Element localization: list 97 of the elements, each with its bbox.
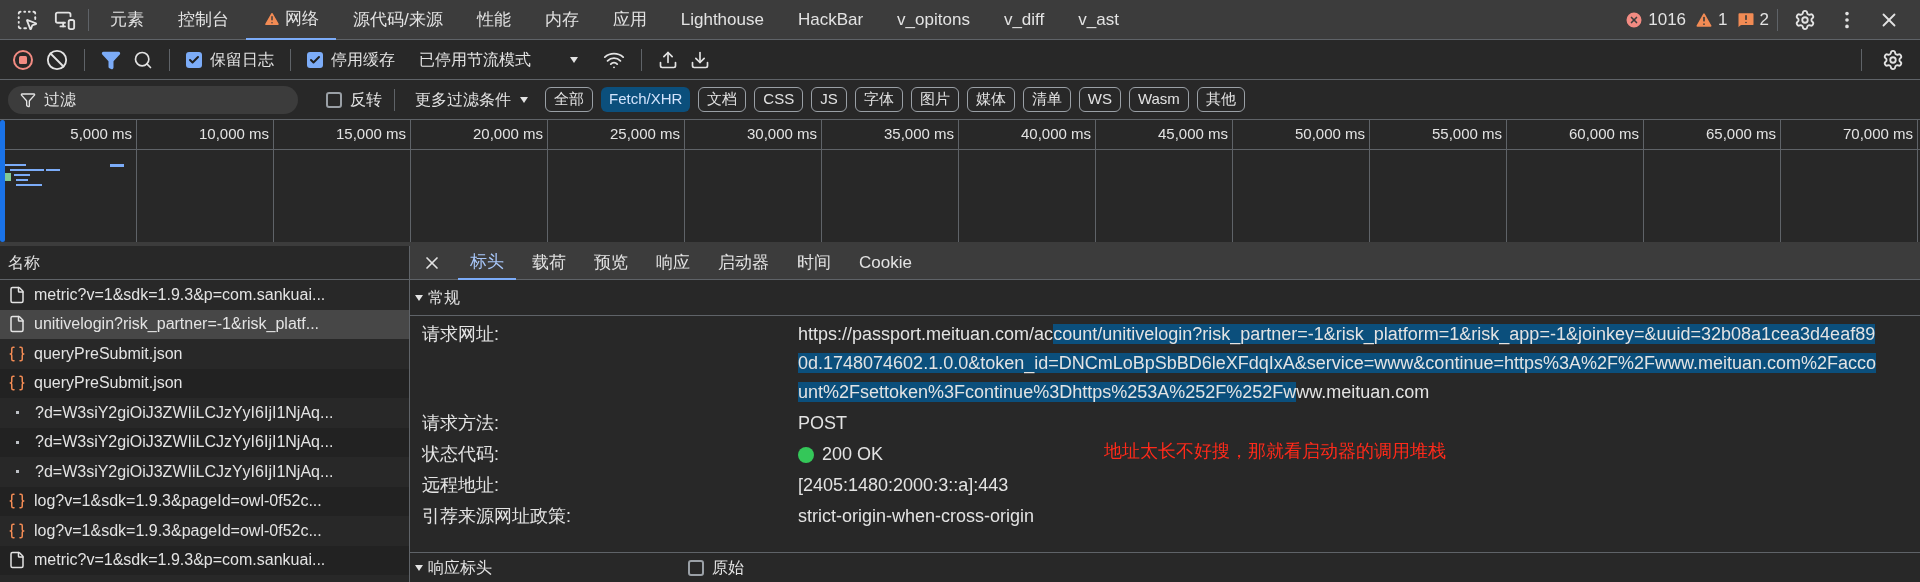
type-filter-chip[interactable]: 全部 [545, 87, 593, 112]
detail-tab[interactable]: 启动器 [706, 245, 781, 280]
more-filters-dropdown[interactable]: 更多过滤条件 [407, 87, 537, 112]
panel-tab[interactable]: 源代码/来源 [336, 0, 460, 40]
type-filter-chip[interactable]: 文档 [698, 87, 747, 112]
annotation-text: 地址太长不好搜，那就看启动器的调用堆栈 [1104, 440, 1446, 463]
panel-tab[interactable]: HackBar [780, 0, 881, 40]
request-row[interactable]: unitivelogin?risk_partner=-1&risk_platf... [0, 309, 409, 339]
upload-icon[interactable] [658, 49, 678, 70]
braces-icon [8, 492, 26, 511]
settings-icon[interactable] [1794, 8, 1816, 31]
panel-tab[interactable]: v_ast [1061, 0, 1136, 40]
header-value: [2405:1480:2000:3::a]:443 [798, 474, 1009, 497]
detail-tab[interactable]: 时间 [785, 245, 843, 280]
header-label: 状态代码: [422, 443, 500, 466]
timeline-tick-label: 20,000 ms [472, 124, 543, 145]
timeline-tick-label: 35,000 ms [883, 124, 954, 145]
type-filter-chip[interactable]: 其他 [1196, 87, 1245, 112]
header-label: 请求方法: [422, 412, 500, 435]
invert-checkbox[interactable]: 反转 [326, 87, 382, 112]
error-count[interactable]: 1016 [1620, 6, 1691, 33]
timeline-tick-label: 50,000 ms [1294, 124, 1365, 145]
panel-tab[interactable]: 应用 [595, 0, 664, 40]
throttling-dropdown[interactable]: 已停用节流模式 [407, 47, 591, 72]
timeline-tick-label: 70,000 ms [1842, 124, 1913, 145]
type-filter-chip[interactable]: CSS [754, 87, 804, 112]
download-icon[interactable] [690, 49, 710, 70]
detail-tab[interactable]: 载荷 [520, 245, 578, 280]
request-row[interactable]: log?v=1&sdk=1.9.3&pageId=owl-0f52c... [0, 486, 409, 516]
filter-field[interactable]: 过滤 [8, 85, 298, 114]
timeline-tick-label: 15,000 ms [335, 124, 406, 145]
search-icon[interactable] [133, 49, 153, 70]
type-filter-chip[interactable]: 字体 [854, 87, 903, 112]
document-icon [8, 315, 26, 334]
detail-tab[interactable]: 标头 [458, 245, 516, 280]
caret-icon [519, 94, 529, 105]
detail-tab[interactable]: 预览 [582, 245, 640, 280]
filter-icon[interactable] [101, 49, 121, 70]
error-icon [1624, 9, 1645, 30]
clear-icon[interactable] [46, 48, 68, 71]
filter-icon [20, 91, 36, 108]
panel-tab[interactable]: 内存 [527, 0, 596, 40]
header-value: 200 OK [822, 443, 884, 466]
type-filter-chip[interactable]: Fetch/XHR [601, 87, 691, 112]
disable-cache-checkbox[interactable]: 停用缓存 [307, 47, 395, 72]
panel-tab[interactable]: 性能 [459, 0, 528, 40]
header-value: strict-origin-when-cross-origin [798, 505, 1035, 528]
document-icon [8, 551, 26, 570]
header-label: 请求网址: [422, 323, 500, 346]
detail-tab[interactable]: 响应 [644, 245, 702, 280]
header-value: POST [798, 412, 847, 435]
caret-icon [569, 54, 579, 65]
timeline-handle[interactable] [0, 120, 5, 242]
settings-icon[interactable] [1882, 48, 1904, 71]
type-filter-chip[interactable]: WS [1078, 87, 1121, 112]
preserve-log-checkbox[interactable]: 保留日志 [186, 47, 274, 72]
timeline-tick-label: 25,000 ms [609, 124, 680, 145]
timeline-tick-label: 10,000 ms [198, 124, 269, 145]
timeline-tick-label: 65,000 ms [1705, 124, 1776, 145]
issue-count[interactable]: 2 [1731, 6, 1773, 33]
checkmark-icon [188, 53, 200, 66]
timeline-tick-label: 40,000 ms [1020, 124, 1091, 145]
header-value: https://passport.meituan.com/account/unitivelogin?risk_partner=-1&risk_platform=1&risk_app=-1&joinkey=&uuid=32b08a1cea3d4eaf890d.1748074602.1.0.0&token_id=DNCmLoBpSbBD6leXFdqIxA&service=www&continue=https%3A%2F%2Fwww.meituan.com%2Faccount%2Fsettoken%3Fcontinue%3Dhttps%253A%252F%252Fwww.meituan.com [798, 323, 1878, 404]
braces-icon [8, 374, 26, 393]
braces-icon [8, 344, 26, 363]
column-header[interactable]: 名称 [8, 250, 40, 275]
record-icon[interactable] [12, 48, 34, 71]
timeline-tick-label: 55,000 ms [1431, 124, 1502, 145]
panel-tab[interactable]: 控制台 [161, 0, 246, 40]
header-label: 远程地址: [422, 474, 500, 497]
timeline-tick-label: 5,000 ms [70, 124, 132, 145]
type-filter-chip[interactable]: JS [811, 87, 847, 112]
inspect-icon[interactable] [16, 8, 38, 31]
panel-tab[interactable]: v_diff [986, 0, 1062, 40]
detail-tab[interactable]: Cookie [847, 245, 924, 280]
checkmark-icon [309, 53, 321, 66]
type-filter-chip[interactable]: Wasm [1128, 87, 1189, 112]
header-label: 引荐来源网址政策: [422, 505, 572, 528]
document-icon [8, 285, 26, 304]
warning-count[interactable]: 1 [1690, 6, 1732, 33]
timeline-tick-label: 60,000 ms [1568, 124, 1639, 145]
panel-tab[interactable]: Lighthouse [663, 0, 781, 40]
type-filter-chip[interactable]: 图片 [910, 87, 959, 112]
type-filter-chip[interactable]: 媒体 [966, 87, 1015, 112]
request-row[interactable]: ?d=W3siY2giOiJ3ZWIiLCJzYyI6IjI1NjAq... [0, 427, 409, 457]
braces-icon [8, 521, 26, 540]
request-row[interactable]: queryPreSubmit.json [0, 368, 409, 398]
panel-tab[interactable]: v_opitons [880, 0, 987, 40]
section-title[interactable]: 响应标头 [428, 555, 684, 580]
request-row[interactable]: metric?v=1&sdk=1.9.3&p=com.sankuai... [0, 545, 409, 575]
panel-tab[interactable]: 元素 [93, 0, 161, 40]
type-filter-chip[interactable]: 清单 [1022, 87, 1071, 112]
panel-tab[interactable]: 网络 [246, 0, 336, 40]
timeline-tick-label: 30,000 ms [746, 124, 817, 145]
raw-checkbox[interactable]: 原始 [688, 555, 744, 580]
section-title[interactable]: 常规 [428, 285, 460, 310]
timeline-tick-label: 45,000 ms [1157, 124, 1228, 145]
